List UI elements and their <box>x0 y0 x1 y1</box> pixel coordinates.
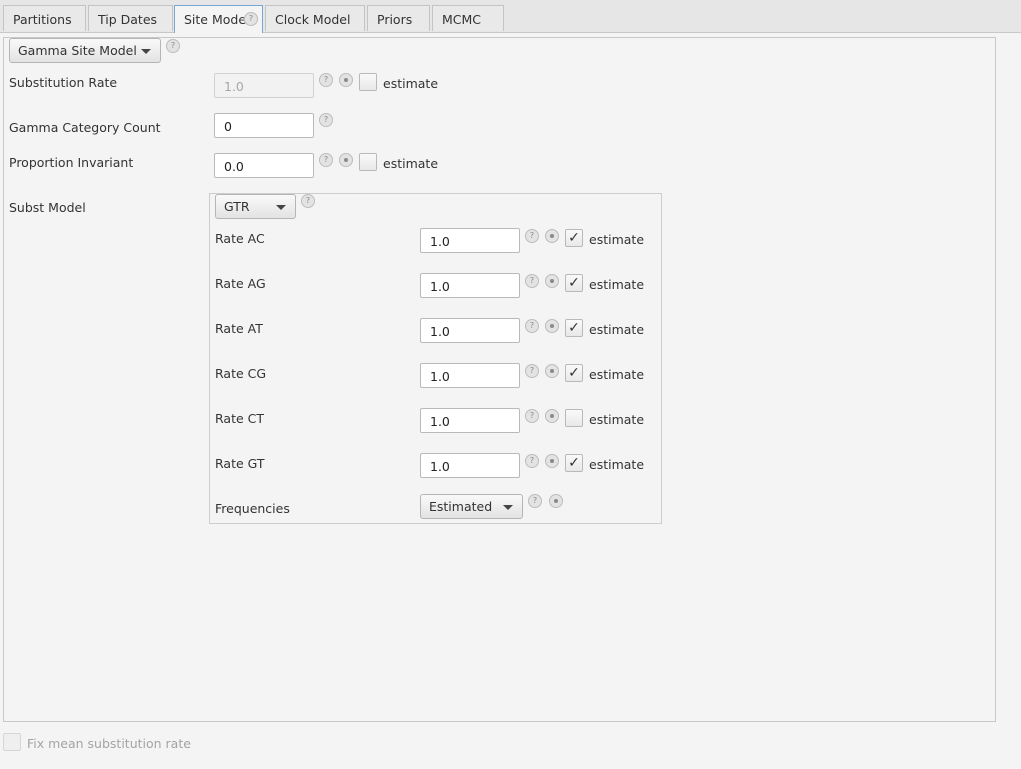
help-icon[interactable]: ? <box>525 319 539 333</box>
subst-model-label: Subst Model <box>9 200 86 215</box>
help-icon[interactable]: ? <box>319 73 333 87</box>
site-model-dropdown[interactable]: Gamma Site Model <box>9 38 161 63</box>
fix-mean-substitution-rate-label: Fix mean substitution rate <box>27 736 191 751</box>
help-icon[interactable]: ? <box>319 113 333 127</box>
chevron-down-icon <box>276 205 286 210</box>
estimate-label: estimate <box>383 76 439 91</box>
proportion-invariant-label: Proportion Invariant <box>9 155 134 170</box>
estimate-label: estimate <box>589 457 645 472</box>
tab-clock-model[interactable]: Clock Model <box>265 5 365 31</box>
estimate-label: estimate <box>589 367 645 382</box>
subst-model-dropdown[interactable]: GTR <box>215 194 296 219</box>
rate-at-field[interactable]: 1.0 <box>420 318 520 343</box>
rate-gt-label: Rate GT <box>215 456 265 471</box>
rate-ag-label: Rate AG <box>215 276 266 291</box>
frequencies-dropdown[interactable]: Estimated <box>420 494 523 519</box>
tab-label: Site Model <box>184 12 250 27</box>
parameter-options-icon[interactable] <box>545 274 559 288</box>
proportion-invariant-estimate-checkbox[interactable] <box>359 153 377 171</box>
parameter-options-icon[interactable] <box>339 153 353 167</box>
rate-cg-label: Rate CG <box>215 366 267 381</box>
parameter-options-icon[interactable] <box>545 319 559 333</box>
tab-partitions[interactable]: Partitions <box>3 5 86 31</box>
substitution-rate-field[interactable]: 1.0 <box>214 73 314 98</box>
fix-mean-substitution-rate-checkbox[interactable] <box>3 733 21 751</box>
parameter-options-icon[interactable] <box>339 73 353 87</box>
rate-ac-field[interactable]: 1.0 <box>420 228 520 253</box>
rate-ct-estimate-checkbox[interactable] <box>565 409 583 427</box>
gamma-category-count-label: Gamma Category Count <box>9 120 161 135</box>
parameter-options-icon[interactable] <box>549 494 563 508</box>
rate-cg-estimate-checkbox[interactable]: ✓ <box>565 364 583 382</box>
tab-label: Priors <box>377 12 413 27</box>
rate-ct-field[interactable]: 1.0 <box>420 408 520 433</box>
parameter-options-icon[interactable] <box>545 364 559 378</box>
tab-site-model[interactable]: Site Model ? <box>174 5 263 33</box>
frequencies-label: Frequencies <box>215 501 290 516</box>
gamma-category-count-field[interactable]: 0 <box>214 113 314 138</box>
tab-label: Clock Model <box>275 12 351 27</box>
tab-label: MCMC <box>442 12 482 27</box>
rate-ac-label: Rate AC <box>215 231 265 246</box>
estimate-label: estimate <box>589 322 645 337</box>
tab-mcmc[interactable]: MCMC <box>432 5 504 31</box>
help-icon[interactable]: ? <box>525 409 539 423</box>
rate-ct-label: Rate CT <box>215 411 264 426</box>
tab-tip-dates[interactable]: Tip Dates <box>88 5 173 31</box>
help-icon[interactable]: ? <box>244 12 258 26</box>
estimate-label: estimate <box>589 277 645 292</box>
help-icon[interactable]: ? <box>525 229 539 243</box>
rate-ag-estimate-checkbox[interactable]: ✓ <box>565 274 583 292</box>
chevron-down-icon <box>141 49 151 54</box>
substitution-rate-estimate-checkbox[interactable] <box>359 73 377 91</box>
tab-priors[interactable]: Priors <box>367 5 430 31</box>
chevron-down-icon <box>503 505 513 510</box>
substitution-rate-label: Substitution Rate <box>9 75 118 90</box>
help-icon[interactable]: ? <box>301 194 315 208</box>
tab-bar: Partitions Tip Dates Site Model ? Clock … <box>0 0 1021 33</box>
rate-gt-estimate-checkbox[interactable]: ✓ <box>565 454 583 472</box>
proportion-invariant-field[interactable]: 0.0 <box>214 153 314 178</box>
parameter-options-icon[interactable] <box>545 454 559 468</box>
site-model-selected: Gamma Site Model <box>18 43 137 58</box>
subst-model-selected: GTR <box>224 199 250 214</box>
help-icon[interactable]: ? <box>525 364 539 378</box>
frequencies-selected: Estimated <box>429 499 493 514</box>
estimate-label: estimate <box>383 156 439 171</box>
parameter-options-icon[interactable] <box>545 229 559 243</box>
help-icon[interactable]: ? <box>525 274 539 288</box>
rate-gt-field[interactable]: 1.0 <box>420 453 520 478</box>
help-icon[interactable]: ? <box>166 39 180 53</box>
estimate-label: estimate <box>589 412 645 427</box>
rate-ag-field[interactable]: 1.0 <box>420 273 520 298</box>
tab-label: Partitions <box>13 12 72 27</box>
help-icon[interactable]: ? <box>319 153 333 167</box>
rate-cg-field[interactable]: 1.0 <box>420 363 520 388</box>
rate-at-estimate-checkbox[interactable]: ✓ <box>565 319 583 337</box>
estimate-label: estimate <box>589 232 645 247</box>
parameter-options-icon[interactable] <box>545 409 559 423</box>
help-icon[interactable]: ? <box>525 454 539 468</box>
rate-at-label: Rate AT <box>215 321 263 336</box>
help-icon[interactable]: ? <box>528 494 542 508</box>
tab-label: Tip Dates <box>98 12 158 27</box>
rate-ac-estimate-checkbox[interactable]: ✓ <box>565 229 583 247</box>
